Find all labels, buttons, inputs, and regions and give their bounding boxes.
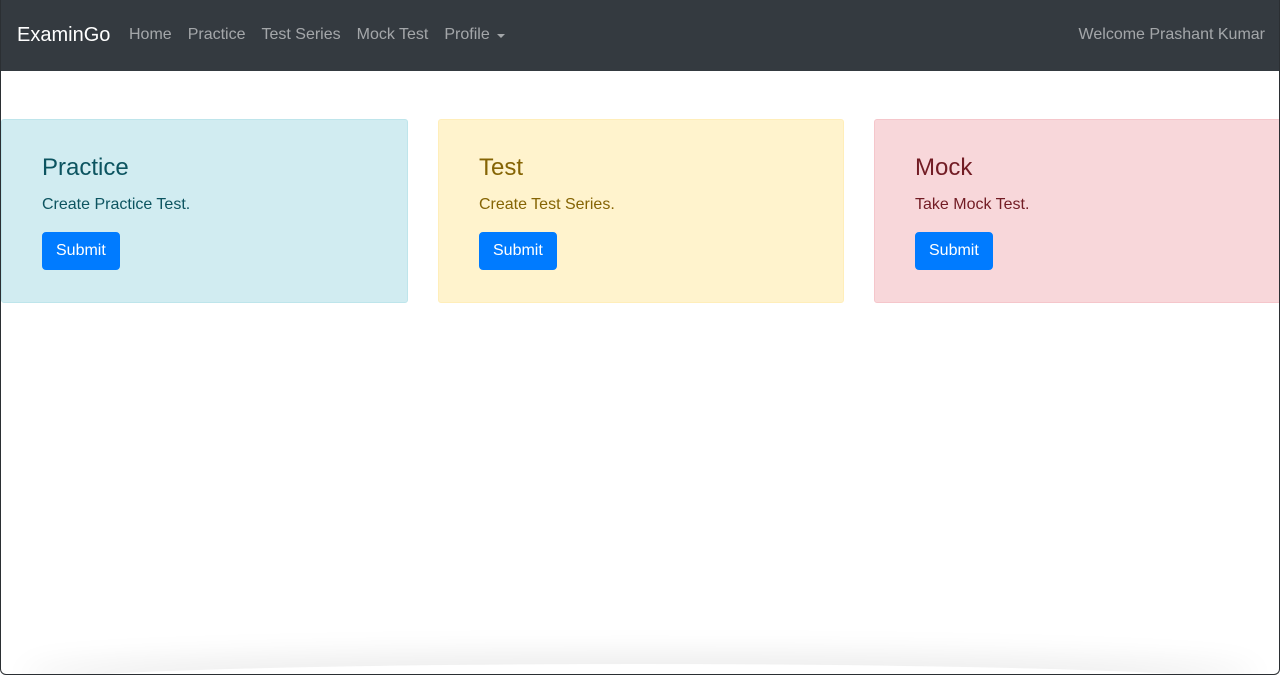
top-navbar: ExaminGo Home Practice Test Series Mock … xyxy=(1,0,1279,71)
nav-home[interactable]: Home xyxy=(129,24,172,46)
practice-card: Practice Create Practice Test. Submit xyxy=(1,119,408,303)
window-bottom-shadow xyxy=(21,664,1259,674)
practice-card-title: Practice xyxy=(42,154,129,181)
mock-card: Mock Take Mock Test. Submit xyxy=(874,119,1279,303)
nav-profile-label: Profile xyxy=(444,26,490,43)
test-card: Test Create Test Series. Submit xyxy=(438,119,844,303)
welcome-user-text: Welcome Prashant Kumar xyxy=(1078,26,1265,43)
mock-card-title: Mock xyxy=(915,154,973,181)
app-window: ExaminGo Home Practice Test Series Mock … xyxy=(0,0,1280,675)
caret-down-icon xyxy=(496,33,505,38)
nav-test-series[interactable]: Test Series xyxy=(261,24,340,46)
practice-submit-button[interactable]: Submit xyxy=(42,232,120,270)
test-card-text: Create Test Series. xyxy=(479,196,615,213)
test-submit-button[interactable]: Submit xyxy=(479,232,557,270)
nav-profile-dropdown[interactable]: Profile xyxy=(444,24,505,46)
nav-practice[interactable]: Practice xyxy=(188,24,246,46)
practice-card-text: Create Practice Test. xyxy=(42,196,191,213)
brand-logo[interactable]: ExaminGo xyxy=(17,23,110,47)
nav-links: Home Practice Test Series Mock Test Prof… xyxy=(129,24,521,46)
mock-submit-button[interactable]: Submit xyxy=(915,232,993,270)
mock-card-text: Take Mock Test. xyxy=(915,196,1030,213)
nav-mock-test[interactable]: Mock Test xyxy=(357,24,429,46)
test-card-title: Test xyxy=(479,154,524,181)
